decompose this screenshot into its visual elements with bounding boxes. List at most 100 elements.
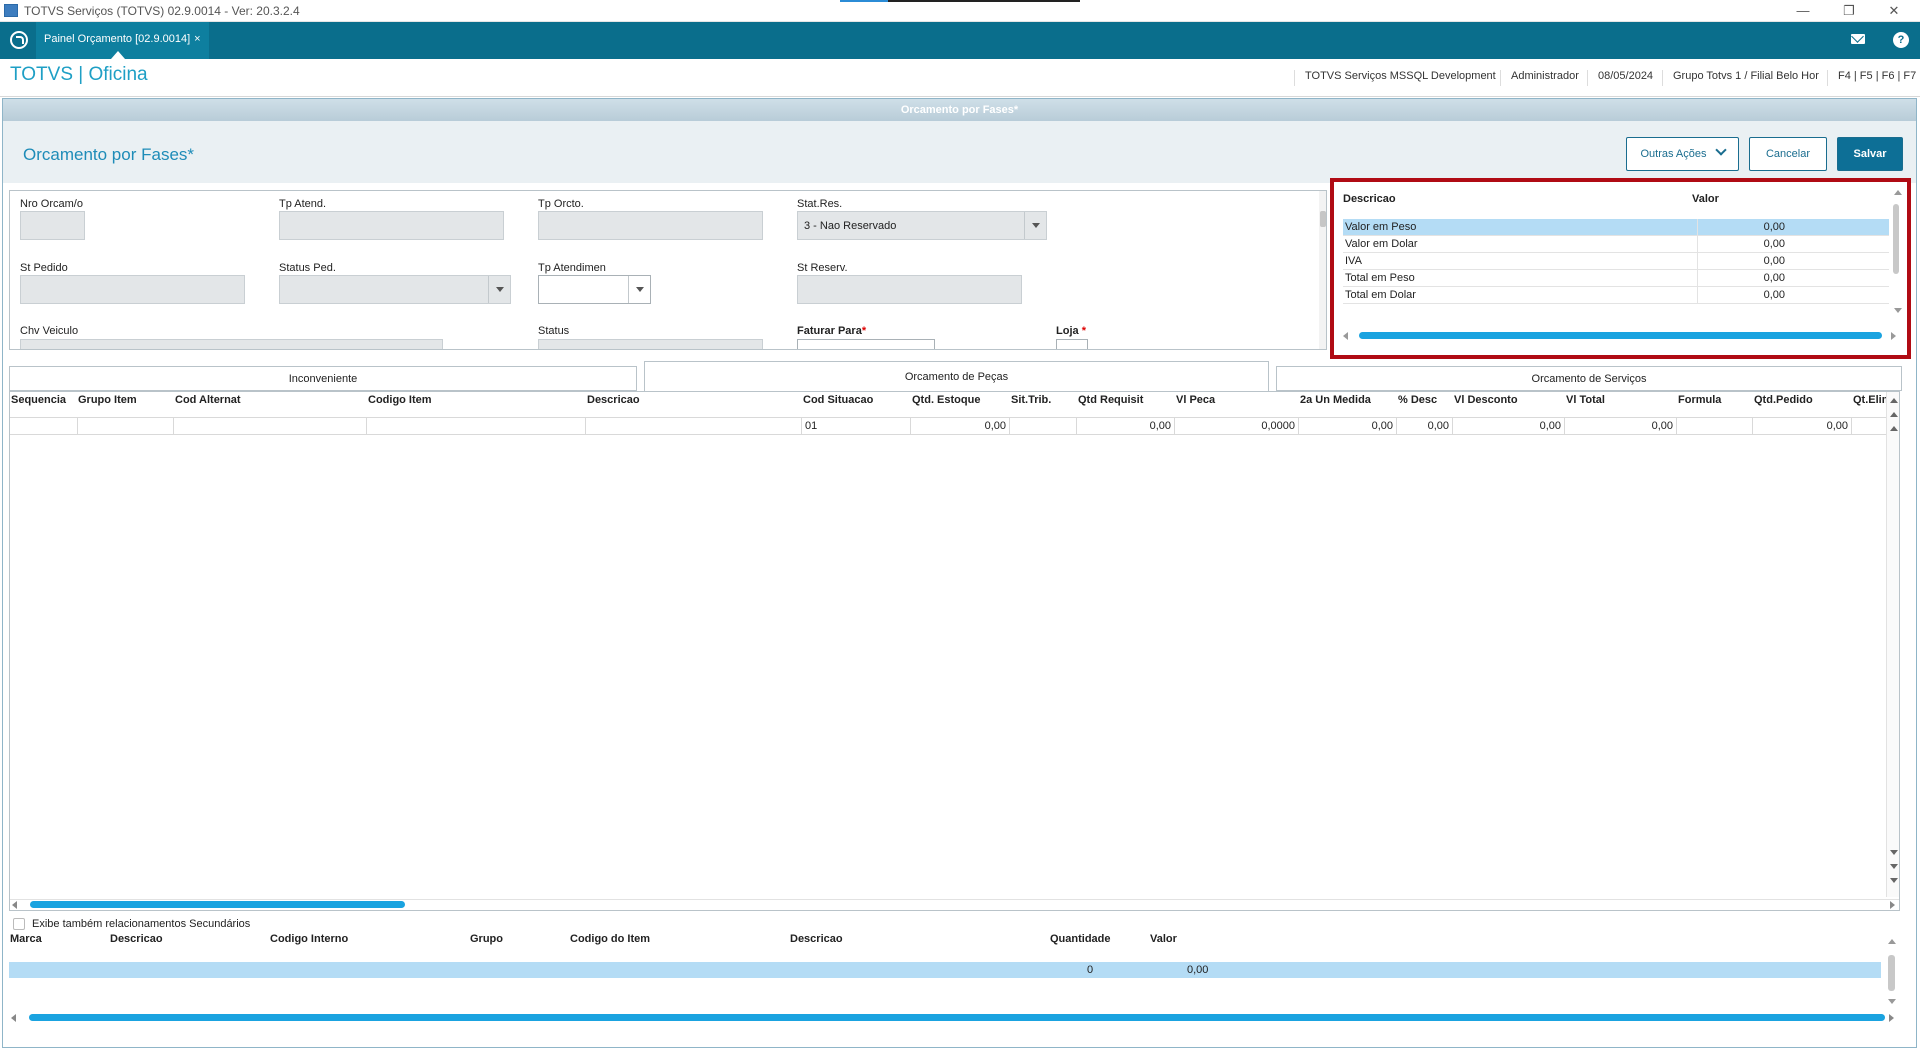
grid-cell-codigo-item[interactable]: [367, 418, 586, 435]
col-header[interactable]: Grupo: [470, 933, 503, 945]
scroll-right-icon[interactable]: [1890, 901, 1895, 909]
tp-atend-field[interactable]: [279, 211, 504, 240]
grid-cell-cod-situacao[interactable]: 01: [802, 418, 911, 435]
col-header[interactable]: Vl Peca: [1176, 394, 1215, 406]
dropdown-arrow-icon[interactable]: [628, 276, 650, 303]
chv-veiculo-field[interactable]: [20, 339, 443, 349]
tab-orcamento-pecas[interactable]: Orcamento de Peças: [644, 361, 1269, 392]
save-button[interactable]: Salvar: [1837, 137, 1903, 171]
col-header[interactable]: Cod Alternat: [175, 394, 241, 406]
scroll-right-icon[interactable]: [1891, 332, 1896, 340]
col-header[interactable]: Qtd.Pedido: [1754, 394, 1813, 406]
scroll-left-icon[interactable]: [11, 1014, 16, 1022]
tp-atendimen-select[interactable]: [538, 275, 651, 304]
scroll-up-icon[interactable]: [1890, 412, 1898, 417]
grid-cell-qtd-requisit[interactable]: 0,00: [1077, 418, 1175, 435]
table-row[interactable]: 0 0,00: [9, 962, 1881, 978]
totals-hscroll-thumb[interactable]: [1359, 332, 1882, 339]
col-header[interactable]: 2a Un Medida: [1300, 394, 1371, 406]
col-header[interactable]: Descricao: [110, 933, 163, 945]
cancel-button[interactable]: Cancelar: [1749, 137, 1827, 171]
scroll-down-icon[interactable]: [1890, 850, 1898, 855]
col-header[interactable]: Descricao: [790, 933, 843, 945]
grid-cell-vl-desconto[interactable]: 0,00: [1453, 418, 1565, 435]
col-header[interactable]: Sit.Trib.: [1011, 394, 1051, 406]
st-pedido-field[interactable]: [20, 275, 245, 304]
help-icon[interactable]: ?: [1893, 32, 1909, 48]
grid-cell-desc[interactable]: 0,00: [1397, 418, 1453, 435]
tab-orcamento-servicos[interactable]: Orcamento de Serviços: [1276, 366, 1902, 391]
col-header[interactable]: Marca: [10, 933, 42, 945]
col-header[interactable]: % Desc: [1398, 394, 1437, 406]
other-actions-button[interactable]: Outras Ações: [1626, 137, 1739, 171]
totals-vscrollbar[interactable]: [1890, 186, 1902, 322]
totals-row[interactable]: Valor em Peso 0,00: [1343, 219, 1889, 236]
grid-cell-vl-peca[interactable]: 0,0000: [1175, 418, 1299, 435]
secondary-vscrollbar[interactable]: [1885, 933, 1899, 1011]
col-header[interactable]: Qtd. Estoque: [912, 394, 980, 406]
scroll-up-icon[interactable]: [1894, 190, 1902, 195]
dropdown-arrow-icon[interactable]: [488, 276, 510, 303]
grid-hscrollbar[interactable]: [10, 899, 1899, 909]
restore-button[interactable]: ❐: [1834, 2, 1864, 20]
grid-cell-qtd-pedido[interactable]: 0,00: [1753, 418, 1852, 435]
col-header[interactable]: Codigo do Item: [570, 933, 650, 945]
status-ped-select[interactable]: [279, 275, 511, 304]
tab-inconveniente[interactable]: Inconveniente: [9, 366, 637, 391]
col-header[interactable]: Grupo Item: [78, 394, 137, 406]
col-header[interactable]: Formula: [1678, 394, 1721, 406]
grid-cell-cod-alternat[interactable]: [174, 418, 367, 435]
col-header[interactable]: Descricao: [587, 394, 640, 406]
scroll-page-up-icon[interactable]: [1890, 426, 1898, 431]
grid-cell-formula[interactable]: [1677, 418, 1753, 435]
stat-res-select[interactable]: 3 - Nao Reservado: [797, 211, 1047, 240]
nro-orcam-field[interactable]: [20, 211, 85, 240]
close-window-button[interactable]: ✕: [1879, 2, 1909, 20]
col-header[interactable]: Sequencia: [11, 394, 66, 406]
col-header[interactable]: Quantidade: [1050, 933, 1111, 945]
tp-orcto-field[interactable]: [538, 211, 763, 240]
form-scroll-thumb[interactable]: [1320, 211, 1326, 227]
grid-cell-qt-elim[interactable]: [1852, 418, 1888, 435]
home-icon[interactable]: [10, 31, 28, 49]
col-header[interactable]: Codigo Item: [368, 394, 432, 406]
st-reserv-field[interactable]: [797, 275, 1022, 304]
totals-vscroll-thumb[interactable]: [1893, 204, 1899, 274]
grid-hscroll-thumb[interactable]: [30, 901, 405, 908]
totals-row[interactable]: Total em Dolar 0,00: [1343, 287, 1889, 304]
grid-cell-grupo-item[interactable]: [78, 418, 174, 435]
secondary-hscroll-thumb[interactable]: [29, 1014, 1885, 1021]
dropdown-arrow-icon[interactable]: [1024, 212, 1046, 239]
secondary-vscroll-thumb[interactable]: [1888, 955, 1895, 991]
col-header[interactable]: Cod Situacao: [803, 394, 873, 406]
grid-cell-sequencia[interactable]: [10, 418, 78, 435]
grid-cell-vl-total[interactable]: 0,00: [1565, 418, 1677, 435]
totals-row[interactable]: IVA 0,00: [1343, 253, 1889, 270]
col-header[interactable]: Valor: [1150, 933, 1177, 945]
grid-cell-2a-un-medida[interactable]: 0,00: [1299, 418, 1397, 435]
col-header[interactable]: Codigo Interno: [270, 933, 348, 945]
totals-row[interactable]: Valor em Dolar 0,00: [1343, 236, 1889, 253]
faturar-para-field[interactable]: [797, 339, 935, 349]
grid-cell-sit-trib[interactable]: [1010, 418, 1077, 435]
minimize-button[interactable]: —: [1788, 2, 1818, 20]
tab-close-icon[interactable]: ×: [194, 33, 200, 45]
form-scrollbar[interactable]: [1319, 191, 1326, 349]
col-header[interactable]: Vl Total: [1566, 394, 1605, 406]
scroll-bottom-icon[interactable]: [1890, 878, 1898, 883]
mail-icon[interactable]: [1851, 34, 1865, 44]
scroll-page-down-icon[interactable]: [1890, 864, 1898, 869]
grid-cell-descricao[interactable]: [586, 418, 802, 435]
scroll-right-icon[interactable]: [1889, 1014, 1894, 1022]
scroll-top-icon[interactable]: [1890, 398, 1898, 403]
grid-cell-qtd-estoque[interactable]: 0,00: [911, 418, 1010, 435]
scroll-left-icon[interactable]: [1343, 332, 1348, 340]
col-header[interactable]: Qtd Requisit: [1078, 394, 1143, 406]
secondary-relations-checkbox[interactable]: [13, 918, 25, 930]
col-header[interactable]: Vl Desconto: [1454, 394, 1518, 406]
scroll-down-icon[interactable]: [1888, 999, 1896, 1004]
loja-field[interactable]: [1056, 339, 1088, 349]
grid-vscrollbar[interactable]: [1886, 392, 1899, 897]
status-field[interactable]: [538, 339, 763, 349]
totals-row[interactable]: Total em Peso 0,00: [1343, 270, 1889, 287]
